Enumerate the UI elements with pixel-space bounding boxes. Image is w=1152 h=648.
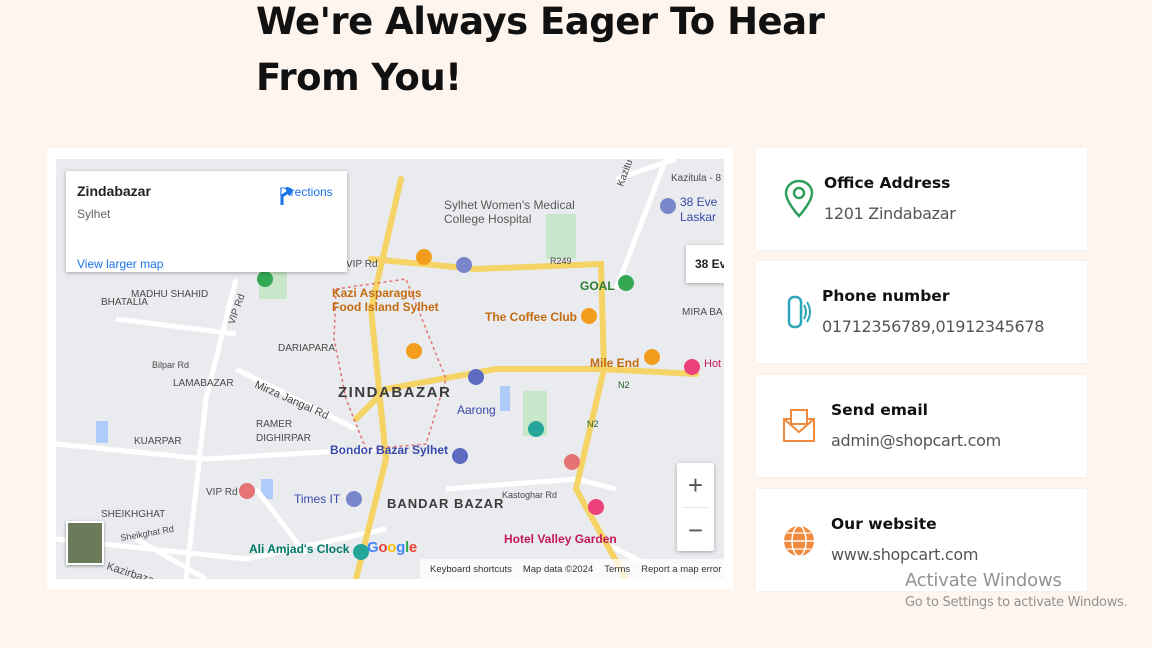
- map-label: Aarong: [457, 403, 496, 417]
- map-label: MIRA BA: [682, 307, 723, 318]
- hospital-marker: [239, 483, 255, 499]
- contact-card-address: Office Address 1201 Zindabazar: [756, 148, 1087, 250]
- map-label: Kazi Asparagus: [332, 286, 422, 300]
- map-label: RAMER: [256, 419, 292, 430]
- map-label: VIP Rd: [346, 259, 378, 270]
- map-label: 38 Eve: [680, 195, 718, 209]
- terms-link[interactable]: Terms: [604, 564, 630, 575]
- contact-card-phone: Phone number 01712356789,01912345678: [756, 261, 1087, 363]
- map-data-label: Map data ©2024: [522, 563, 594, 575]
- restaurant-marker: [416, 249, 432, 265]
- contact-value: 1201 Zindabazar: [824, 204, 956, 223]
- map-side-label[interactable]: 38 Ev: [686, 245, 724, 283]
- map-label: SHEIKHGHAT: [101, 509, 165, 520]
- map-label: ZINDABAZAR: [338, 384, 451, 401]
- zoom-in-button[interactable]: +: [677, 463, 714, 507]
- map-label: Hotel Valley Garden: [504, 532, 617, 546]
- envelope-icon: [783, 409, 815, 442]
- map-label: GOAL: [580, 279, 615, 293]
- zoom-out-button[interactable]: −: [677, 508, 714, 552]
- contact-title: Our website: [831, 515, 937, 533]
- place-marker: [660, 198, 676, 214]
- contact-title: Send email: [831, 401, 928, 419]
- location-pin-icon: [784, 179, 814, 218]
- watermark-subtitle: Go to Settings to activate Windows.: [905, 595, 1128, 610]
- map-label: BHATALIA: [101, 297, 148, 308]
- shop-marker: [452, 448, 468, 464]
- directions-button[interactable]: Directions: [276, 185, 336, 205]
- map-label: College Hospital: [444, 212, 531, 226]
- map-label: Food Island Sylhet: [332, 300, 439, 314]
- place-area: Sylhet: [77, 207, 111, 221]
- google-map[interactable]: ZINDABAZAR BANDAR BAZAR Sylhet Women's M…: [56, 159, 724, 579]
- place-info-card: Zindabazar Sylhet Directions View larger…: [66, 171, 347, 272]
- map-label: The Coffee Club: [485, 310, 577, 324]
- hospital-marker: [564, 454, 580, 470]
- map-container: ZINDABAZAR BANDAR BAZAR Sylhet Women's M…: [47, 148, 733, 589]
- watermark-title: Activate Windows: [905, 570, 1062, 591]
- contact-value: admin@shopcart.com: [831, 431, 1001, 450]
- keyboard-shortcuts-link[interactable]: Keyboard shortcuts: [430, 564, 512, 575]
- park-marker: [618, 275, 634, 291]
- shop-marker: [468, 369, 484, 385]
- map-label: BANDAR BAZAR: [387, 496, 504, 511]
- hotel-marker: [588, 499, 604, 515]
- place-marker: [528, 421, 544, 437]
- contact-value: 01712356789,01912345678: [822, 317, 1045, 336]
- water-area: [96, 421, 108, 443]
- map-label: Laskar: [680, 210, 716, 224]
- map-label: Bondor Bazar Sylhet: [330, 443, 448, 457]
- hotel-marker: [684, 359, 700, 375]
- page-heading: We're Always Eager To Hear From You!: [256, 0, 825, 99]
- school-marker: [456, 257, 472, 273]
- map-label: Mile End: [590, 356, 639, 370]
- view-larger-map-link[interactable]: View larger map: [77, 257, 163, 271]
- contact-card-email: Send email admin@shopcart.com: [756, 375, 1087, 477]
- park-area: [546, 214, 576, 259]
- zoom-controls: + −: [677, 463, 714, 551]
- google-logo: Google: [367, 539, 417, 556]
- restaurant-marker: [581, 308, 597, 324]
- map-label: DARIAPARA: [278, 343, 335, 354]
- water-area: [500, 386, 510, 411]
- map-label: LAMABAZAR: [173, 378, 234, 389]
- restaurant-marker: [406, 343, 422, 359]
- windows-activation-watermark: Activate Windows Go to Settings to activ…: [905, 570, 1128, 610]
- contact-value[interactable]: www.shopcart.com: [831, 545, 979, 564]
- park-marker: [257, 271, 273, 287]
- globe-icon: [784, 525, 814, 557]
- map-label: KUARPAR: [134, 436, 182, 447]
- satellite-toggle[interactable]: [66, 521, 104, 565]
- map-label: Bilpar Rd: [152, 360, 189, 370]
- map-label: N2: [618, 380, 630, 390]
- school-marker: [346, 491, 362, 507]
- map-attribution: Keyboard shortcuts Map data ©2024 Terms …: [420, 559, 724, 579]
- map-label: R249: [550, 256, 572, 266]
- map-label: Hot: [704, 358, 721, 370]
- directions-icon: [280, 186, 293, 205]
- map-label: VIP Rd: [206, 487, 238, 498]
- map-label: Times IT: [294, 492, 341, 506]
- map-label: N2: [587, 419, 599, 429]
- map-label: DIGHIRPAR: [256, 433, 311, 444]
- map-label: Ali Amjad's Clock: [249, 542, 350, 556]
- phone-icon: [787, 295, 811, 329]
- contact-title: Office Address: [824, 174, 951, 192]
- report-error-link[interactable]: Report a map error: [641, 564, 721, 575]
- map-label: Kastoghar Rd: [502, 490, 557, 500]
- map-label: Kazitula - 8 Reyn: [671, 173, 724, 184]
- contact-title: Phone number: [822, 287, 950, 305]
- map-label: Sylhet Women's Medical: [444, 198, 575, 212]
- restaurant-marker: [644, 349, 660, 365]
